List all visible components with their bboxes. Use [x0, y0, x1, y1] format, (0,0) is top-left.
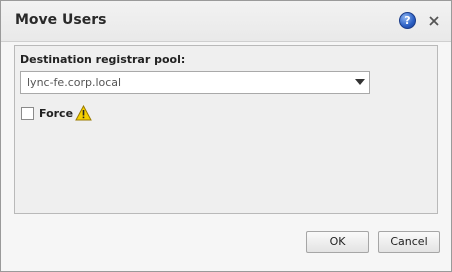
move-users-dialog: Move Users ? Destination registrar pool:…: [0, 0, 452, 272]
pool-label: Destination registrar pool:: [20, 53, 186, 66]
cancel-button[interactable]: Cancel: [378, 231, 440, 253]
force-checkbox[interactable]: [21, 107, 34, 120]
ok-button[interactable]: OK: [306, 231, 369, 253]
force-label[interactable]: Force: [39, 107, 73, 120]
help-icon[interactable]: ?: [399, 12, 416, 29]
options-panel: Destination registrar pool: lync-fe.corp…: [14, 45, 438, 214]
close-icon[interactable]: [425, 12, 443, 30]
dialog-title: Move Users: [15, 12, 107, 28]
dialog-titlebar: Move Users ?: [1, 1, 451, 42]
pool-select-value: lync-fe.corp.local: [27, 76, 122, 89]
destination-pool-select[interactable]: lync-fe.corp.local: [20, 71, 370, 94]
dropdown-arrow-icon[interactable]: [355, 79, 365, 85]
warning-icon: [75, 105, 92, 121]
